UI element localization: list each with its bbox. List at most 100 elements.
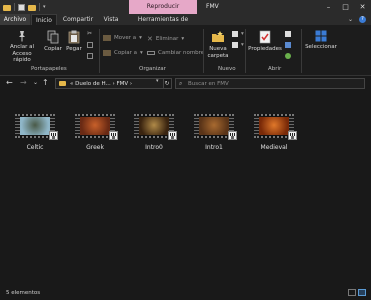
recent-locations-button[interactable]: ⌄ (33, 78, 38, 88)
collapse-ribbon-button[interactable]: ⌄ (348, 16, 353, 23)
file-item[interactable]: Medieval (254, 114, 297, 151)
select-all-icon (315, 30, 327, 42)
video-thumbnail (254, 114, 297, 140)
thumbnail-image (139, 117, 169, 135)
close-button[interactable]: ✕ (354, 0, 371, 14)
chevron-down-icon[interactable]: ▾ (156, 78, 159, 84)
address-bar[interactable]: « Duelo de H... › FMV › (55, 78, 164, 89)
thumbnail-image (80, 117, 110, 135)
thumbnail-image (20, 117, 50, 135)
video-thumbnail (15, 114, 58, 140)
item-count: 5 elementos (6, 290, 41, 296)
file-item[interactable]: Intro0 (134, 114, 177, 151)
copy-label: Copiar (44, 46, 62, 52)
history-button[interactable] (285, 53, 291, 59)
back-button[interactable]: ← (6, 78, 13, 88)
open-icon (285, 31, 291, 37)
pin-label: Anclar al Acceso rápido (9, 44, 35, 63)
pin-quick-access-button[interactable]: Anclar al Acceso rápido (3, 30, 41, 64)
refresh-button[interactable]: ↻ (163, 78, 172, 89)
title-bar: ▾ Reproducir FMV – □ ✕ (0, 0, 371, 14)
copy-button[interactable]: Copiar (43, 30, 63, 53)
refresh-icon: ↻ (164, 80, 170, 87)
history-icon (285, 53, 291, 59)
new-folder-label: Nueva carpeta (207, 46, 229, 59)
chevron-down-icon: ▾ (139, 50, 143, 56)
help-icon[interactable]: ? (359, 16, 366, 23)
chevron-down-icon: ▾ (181, 36, 185, 42)
paste-shortcut-icon (87, 53, 93, 59)
tab-view[interactable]: Vista (100, 14, 122, 25)
video-thumbnail (194, 114, 237, 140)
select-label: Seleccionar (305, 44, 337, 50)
rename-button[interactable]: Cambiar nombre (147, 50, 204, 56)
copy-to-button[interactable]: Copiar a ▾ (103, 50, 143, 56)
video-file-icon (228, 131, 237, 140)
folder-icon (3, 4, 11, 11)
paste-button[interactable]: Pegar (64, 30, 84, 53)
ribbon-tabs: Archivo Inicio Compartir Vista Herramien… (0, 14, 371, 34)
file-item[interactable]: Celtic (15, 114, 58, 151)
file-name: Intro1 (205, 144, 223, 151)
file-item[interactable]: Intro1 (194, 114, 237, 151)
folder-icon (59, 81, 66, 86)
tab-share[interactable]: Compartir (62, 14, 94, 25)
tab-file[interactable]: Archivo (0, 14, 30, 25)
move-to-button[interactable]: Mover a ▾ (103, 35, 142, 41)
group-label-open: Abrir (268, 66, 282, 72)
copy-path-button[interactable] (87, 42, 93, 48)
open-button[interactable] (285, 31, 291, 37)
file-name: Greek (86, 144, 104, 151)
select-button[interactable]: Seleccionar (304, 30, 338, 51)
file-name: Celtic (26, 144, 44, 151)
divider (245, 29, 246, 73)
maximize-button[interactable]: □ (337, 0, 354, 14)
easy-access-button[interactable]: ▾ (232, 42, 244, 48)
video-file-icon (288, 131, 297, 140)
properties-icon (259, 30, 271, 44)
details-view-button[interactable] (348, 289, 356, 296)
context-tab-play[interactable]: Reproducir (129, 0, 197, 14)
chevron-down-icon: ▾ (139, 35, 142, 41)
delete-button[interactable]: ✕ Eliminar ▾ (147, 35, 184, 43)
large-icons-view-button[interactable] (358, 289, 366, 296)
properties-label: Propiedades (248, 46, 282, 52)
chevron-down-icon: ▾ (241, 42, 244, 48)
file-item[interactable]: Greek (75, 114, 118, 151)
move-to-icon (103, 35, 111, 41)
cut-button[interactable]: ✂ (87, 31, 93, 37)
new-folder-icon (212, 31, 224, 42)
minimize-button[interactable]: – (320, 0, 337, 14)
new-folder-button[interactable]: Nueva carpeta (206, 30, 230, 59)
new-item-icon (232, 31, 238, 37)
copy-icon (47, 30, 59, 44)
search-icon: ⌕ (179, 80, 183, 87)
easy-access-icon (232, 42, 238, 48)
new-item-button[interactable]: ▾ (232, 31, 244, 37)
paste-shortcut-button[interactable] (87, 53, 93, 59)
thumbnail-image (259, 117, 289, 135)
properties-icon[interactable] (18, 3, 25, 11)
search-input[interactable]: ⌕ Buscar en FMV (175, 78, 365, 89)
breadcrumb[interactable]: « Duelo de H... › FMV › (70, 80, 132, 88)
new-folder-icon[interactable] (28, 4, 36, 11)
video-thumbnail (75, 114, 118, 140)
search-placeholder: Buscar en FMV (188, 81, 229, 87)
properties-button[interactable]: Propiedades (248, 30, 282, 53)
chevron-down-icon[interactable]: ▾ (43, 4, 46, 10)
tab-video-tools[interactable]: Herramientas de vídeo (130, 14, 196, 34)
divider (301, 29, 302, 73)
move-to-label: Mover a (114, 35, 137, 41)
up-button[interactable]: ↑ (42, 78, 49, 88)
edit-button[interactable] (285, 42, 291, 48)
delete-icon: ✕ (147, 35, 153, 43)
cut-icon: ✂ (87, 30, 93, 37)
group-label-new: Nuevo (218, 66, 236, 72)
ribbon: Anclar al Acceso rápido Copiar Pegar ✂ P… (0, 25, 371, 76)
forward-button[interactable]: → (20, 78, 27, 88)
file-name: Intro0 (145, 144, 163, 151)
file-name: Medieval (260, 144, 288, 151)
view-switcher (348, 289, 366, 296)
copy-to-label: Copiar a (114, 50, 137, 56)
group-label-organize: Organizar (139, 66, 166, 72)
